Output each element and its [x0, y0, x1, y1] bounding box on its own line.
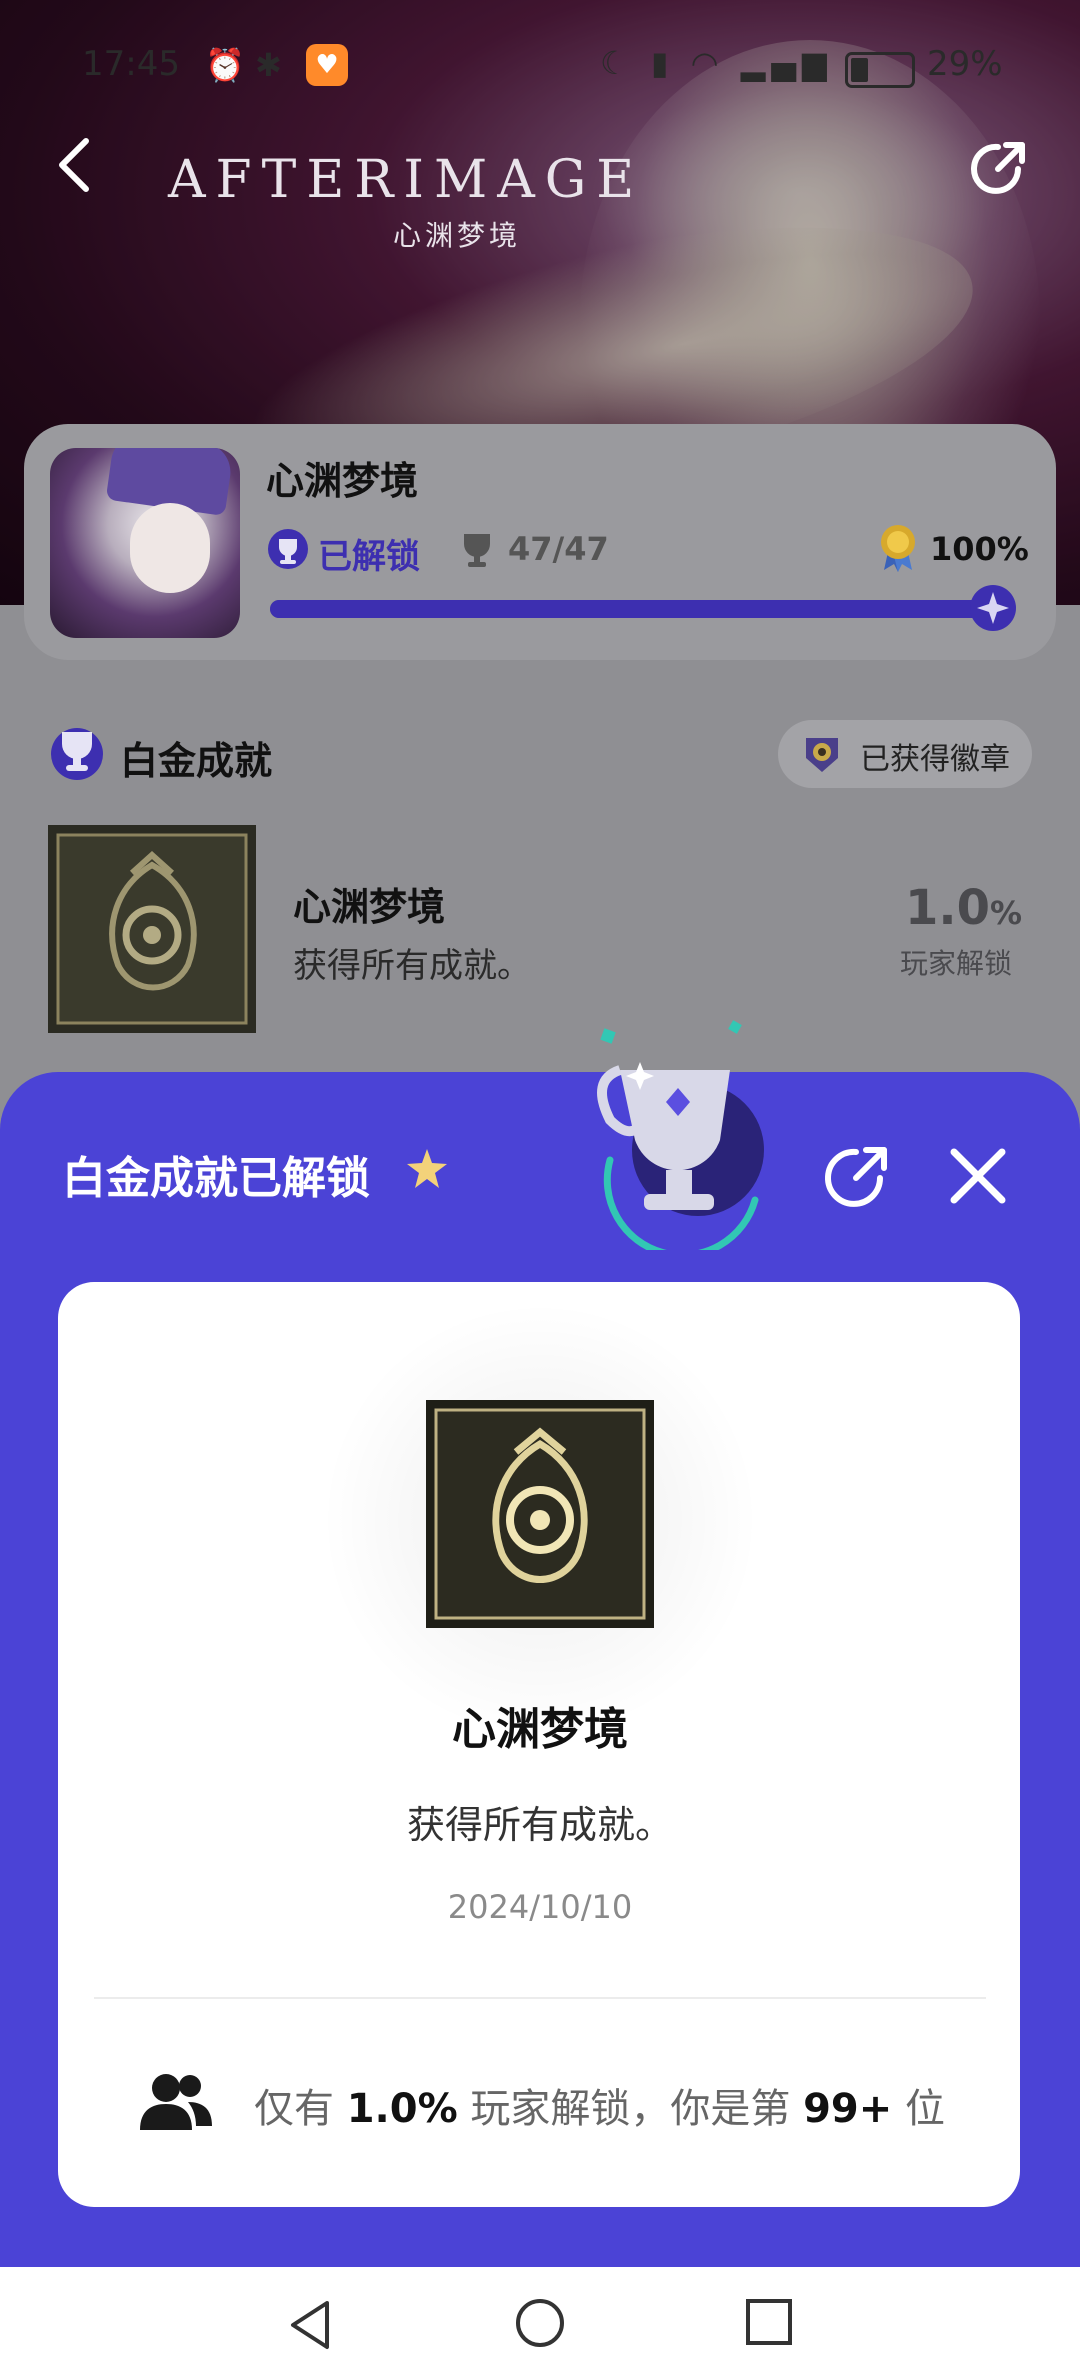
trophy-cup-icon [464, 534, 490, 567]
achievement-rate-value: 1.0 [905, 880, 991, 936]
game-title: 心渊梦境 [266, 459, 419, 503]
achievement-rate: 1.0% [905, 880, 1022, 936]
battery-percent: 29% [927, 44, 1003, 84]
badge-earned-label: 已获得徽章 [860, 742, 1010, 777]
share-icon[interactable] [822, 1140, 894, 1212]
progress-fill [270, 600, 1010, 618]
status-bar: 17:45 ⏰ ✱ ♥ ☾ ▮ ◠ ▂▄▆ 29% [0, 40, 1080, 100]
nav-home-icon[interactable] [514, 2297, 566, 2349]
status-time: 17:45 [82, 44, 180, 84]
achievement-title: 心渊梦境 [293, 885, 446, 929]
game-logo: AFTERIMAGE [168, 150, 645, 210]
achievement-description: 获得所有成就。 [293, 946, 531, 986]
sheet-title: 白金成就已解锁 [62, 1153, 370, 1204]
stat-prefix: 仅有 [254, 2086, 334, 2132]
nav-back-icon[interactable] [283, 2297, 339, 2353]
nav-recent-icon[interactable] [744, 2297, 794, 2347]
card-description: 获得所有成就。 [406, 1803, 673, 1847]
completion-percent: 100% [930, 530, 1029, 568]
share-icon[interactable] [968, 135, 1032, 199]
progress-end-icon [970, 585, 1016, 631]
unlock-label: 已解锁 [318, 537, 420, 577]
platinum-icon [51, 728, 103, 780]
game-logo-subtitle: 心渊梦境 [393, 219, 522, 252]
battery-icon [845, 52, 915, 88]
divider [94, 1997, 986, 1999]
unlock-date: 2024/10/10 [447, 1888, 633, 1926]
card-title: 心渊梦境 [452, 1704, 628, 1755]
status-left-icons: ⏰ ✱ [205, 46, 282, 84]
achievement-rate-unit: % [990, 894, 1023, 932]
badge-earned-button[interactable]: 已获得徽章 [778, 720, 1032, 788]
trophy-illustration [597, 1020, 764, 1250]
close-icon[interactable] [946, 1144, 1010, 1208]
section-title: 白金成就 [120, 739, 273, 783]
rarity-statement: 仅有 1.0% 玩家解锁，你是第 99+ 位 [254, 2076, 945, 2134]
achievement-icon[interactable] [48, 825, 256, 1033]
stat-suffix: 位 [905, 2086, 945, 2132]
achievement-large-icon [426, 1400, 654, 1628]
notification-app-icon: ♥ [306, 44, 348, 86]
medal-icon [881, 525, 915, 572]
unlock-trophy-icon [268, 529, 308, 569]
badge-icon [806, 738, 838, 772]
stat-rate: 1.0% [346, 2086, 458, 2132]
people-icon [140, 2074, 212, 2130]
stat-middle: 玩家解锁，你是第 [470, 2086, 791, 2132]
stat-rank: 99+ [803, 2086, 893, 2132]
back-arrow-icon[interactable] [50, 135, 100, 195]
progress-bar [270, 600, 1010, 618]
game-cover-image [50, 448, 240, 638]
status-right-icons: ☾ ▮ ◠ ▂▄▆ [600, 44, 833, 82]
star-icon [407, 1149, 447, 1188]
trophy-count: 47/47 [508, 530, 609, 568]
achievement-rate-label: 玩家解锁 [900, 947, 1013, 980]
